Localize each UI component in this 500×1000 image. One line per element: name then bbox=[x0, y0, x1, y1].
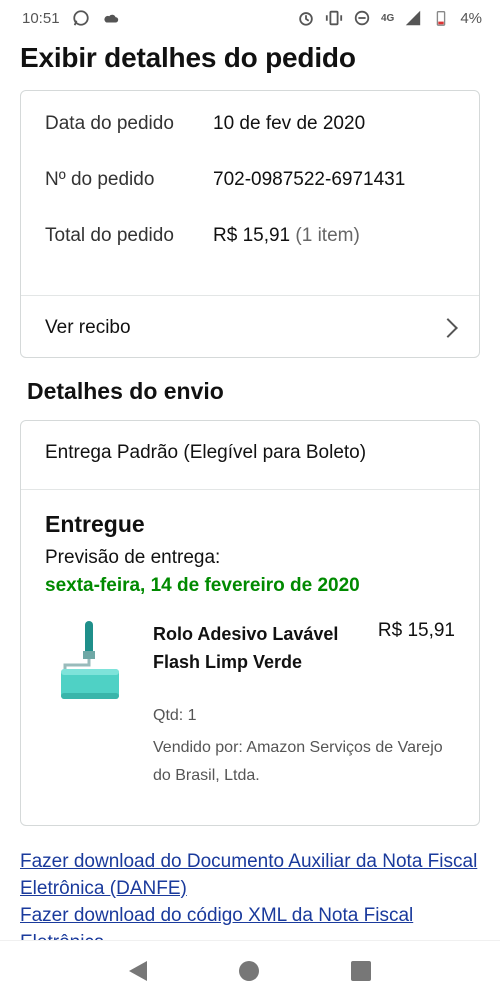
product-quantity: Qtd: 1 bbox=[153, 707, 197, 724]
product-image[interactable] bbox=[61, 621, 121, 705]
dnd-icon bbox=[354, 10, 370, 26]
order-total-value-wrap: R$ 15,91 (1 item) bbox=[213, 222, 360, 250]
status-bar: 10:51 4G 4% bbox=[0, 0, 500, 36]
order-number-row: Nº do pedido 702-0987522-6971431 bbox=[45, 166, 405, 194]
battery-icon bbox=[437, 11, 446, 26]
view-receipt-row[interactable]: Ver recibo bbox=[21, 296, 479, 360]
whatsapp-icon bbox=[72, 10, 89, 26]
order-summary-card: Data do pedido 10 de fev de 2020 Nº do p… bbox=[20, 90, 480, 358]
page-title: Exibir detalhes do pedido bbox=[20, 42, 356, 73]
product-seller: Vendido por: Amazon Serviços de Varejo d… bbox=[153, 739, 443, 784]
order-total-row: Total do pedido R$ 15,91 (1 item) bbox=[45, 222, 360, 250]
shipping-method: Entrega Padrão (Elegível para Boleto) bbox=[45, 442, 367, 463]
cloud-icon bbox=[103, 14, 118, 23]
status-time: 10:51 bbox=[22, 9, 60, 27]
order-total-items: (1 item) bbox=[295, 225, 360, 246]
shipping-section-title: Detalhes do envio bbox=[27, 378, 224, 404]
alarm-icon bbox=[299, 12, 313, 26]
download-xml-link[interactable]: Fazer download do código XML da Nota Fis… bbox=[20, 902, 480, 940]
back-icon[interactable] bbox=[129, 960, 147, 981]
order-date-row: Data do pedido 10 de fev de 2020 bbox=[45, 110, 365, 138]
signal-icon bbox=[406, 10, 421, 26]
delivery-forecast-label: Previsão de entrega: bbox=[45, 547, 221, 568]
order-number-value: 702-0987522-6971431 bbox=[213, 169, 406, 190]
product-price: R$ 15,91 bbox=[377, 620, 455, 641]
product-name[interactable]: Rolo Adesivo Lavável Flash Limp Verde bbox=[153, 620, 358, 676]
vibrate-icon bbox=[325, 10, 343, 26]
delivery-status: Entregue bbox=[45, 511, 145, 537]
view-receipt-label: Ver recibo bbox=[45, 317, 131, 338]
divider bbox=[21, 489, 479, 490]
order-date-value: 10 de fev de 2020 bbox=[213, 113, 366, 134]
shipment-card: Entrega Padrão (Elegível para Boleto) En… bbox=[20, 420, 480, 826]
order-total-label: Total do pedido bbox=[45, 225, 174, 246]
battery-label: 4% bbox=[460, 9, 482, 27]
download-links: Fazer download do Documento Auxiliar da … bbox=[20, 848, 480, 940]
network-label: 4G bbox=[380, 12, 395, 24]
delivery-forecast-date: sexta-feira, 14 de fevereiro de 2020 bbox=[45, 575, 360, 596]
download-danfe-link[interactable]: Fazer download do Documento Auxiliar da … bbox=[20, 848, 480, 902]
order-total-value: R$ 15,91 bbox=[213, 225, 291, 246]
chevron-right-icon bbox=[438, 318, 458, 338]
recent-apps-icon[interactable] bbox=[351, 960, 371, 981]
system-nav-bar bbox=[0, 940, 500, 1000]
order-number-label: Nº do pedido bbox=[45, 169, 155, 190]
home-icon[interactable] bbox=[239, 960, 259, 981]
order-date-label: Data do pedido bbox=[45, 113, 174, 134]
